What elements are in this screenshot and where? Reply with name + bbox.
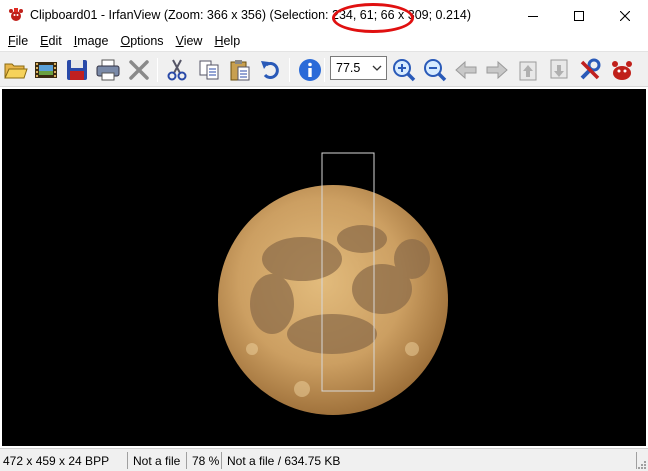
slideshow-button[interactable] (32, 56, 60, 84)
status-size: Not a file / 634.75 KB (227, 454, 341, 468)
menu-bar: File Edit Image Options View Help (0, 31, 648, 51)
maximize-button[interactable] (556, 0, 602, 31)
zoom-in-button[interactable] (390, 56, 418, 84)
paste-icon (230, 60, 250, 81)
previous-image-button[interactable] (452, 56, 480, 84)
copy-icon (199, 60, 219, 80)
previous-icon (455, 60, 477, 80)
print-button[interactable] (94, 56, 122, 84)
save-button[interactable] (63, 56, 91, 84)
title-bar[interactable]: Clipboard01 - IrfanView (Zoom: 366 x 356… (0, 0, 648, 31)
undo-button[interactable] (257, 56, 285, 84)
settings-icon (580, 58, 601, 80)
toolbar-separator (157, 58, 158, 82)
cut-icon (167, 59, 187, 81)
window-title: Clipboard01 - IrfanView (Zoom: 366 x 356… (30, 8, 471, 22)
status-separator (127, 452, 128, 469)
print-icon (96, 59, 120, 81)
resize-grip-icon[interactable] (636, 459, 648, 471)
status-separator (186, 452, 187, 469)
irfanview-logo-icon (612, 61, 632, 80)
menu-view[interactable]: View (170, 31, 209, 51)
zoom-value[interactable]: 77.5 (336, 61, 360, 75)
open-folder-icon (4, 63, 28, 79)
info-button[interactable] (296, 56, 324, 84)
minimize-icon (528, 15, 538, 17)
undo-icon (261, 61, 279, 79)
moon-image (218, 152, 448, 415)
menu-options[interactable]: Options (114, 31, 169, 51)
paste-button[interactable] (226, 56, 254, 84)
last-page-button[interactable] (545, 56, 573, 84)
zoom-combobox[interactable]: 77.5 (330, 56, 387, 80)
maximize-icon (574, 10, 584, 21)
first-page-icon (519, 61, 537, 81)
slideshow-icon (35, 62, 57, 78)
copy-button[interactable] (195, 56, 223, 84)
status-bar: 472 x 459 x 24 BPP Not a file 78 % Not a… (0, 448, 648, 471)
zoom-out-icon (424, 59, 447, 82)
next-icon (486, 60, 508, 80)
settings-button[interactable] (576, 56, 604, 84)
irfanview-app-icon[interactable] (8, 7, 24, 23)
first-page-button[interactable] (514, 56, 542, 84)
open-button[interactable] (2, 56, 30, 84)
zoom-in-icon (393, 59, 416, 82)
status-zoom: 78 % (192, 454, 220, 468)
minimize-button[interactable] (510, 0, 556, 31)
status-dimensions: 472 x 459 x 24 BPP (3, 454, 110, 468)
toolbar (0, 51, 648, 87)
menu-edit[interactable]: Edit (34, 31, 68, 51)
next-image-button[interactable] (483, 56, 511, 84)
status-file: Not a file (133, 454, 181, 468)
menu-help[interactable]: Help (208, 31, 246, 51)
status-separator (221, 452, 222, 469)
chevron-down-icon[interactable] (372, 65, 382, 72)
toolbar-separator (324, 58, 325, 82)
last-page-icon (550, 59, 568, 79)
save-icon (67, 60, 87, 80)
delete-icon (129, 60, 149, 80)
zoom-out-button[interactable] (421, 56, 449, 84)
cut-button[interactable] (163, 56, 191, 84)
irfanview-logo-button[interactable] (608, 56, 636, 84)
image-canvas[interactable] (2, 89, 646, 446)
toolbar-separator (289, 58, 290, 82)
menu-file[interactable]: File (2, 31, 34, 51)
info-icon (299, 59, 321, 81)
close-button[interactable] (602, 0, 648, 31)
menu-image[interactable]: Image (68, 31, 115, 51)
delete-button[interactable] (125, 56, 153, 84)
close-icon (620, 10, 630, 21)
